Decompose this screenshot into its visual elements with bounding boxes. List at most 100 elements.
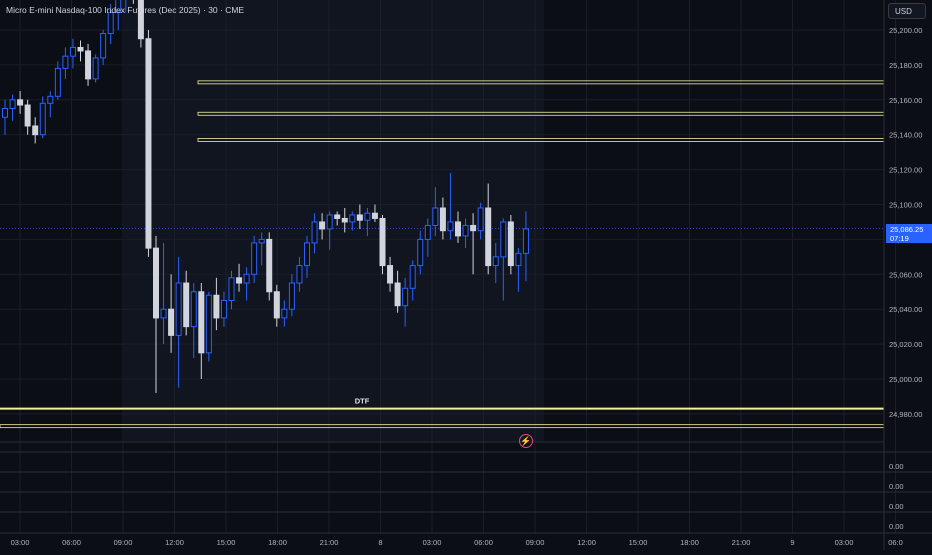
chart-area[interactable]: DTF 25,200.00 25,180.00 25,160.00 25,140.00… — [0, 0, 932, 550]
candle-body — [183, 282, 190, 328]
candle-body — [145, 38, 152, 249]
time-tick-label: 15:00 — [629, 538, 648, 547]
candle-body — [153, 247, 159, 319]
candle-body — [251, 242, 258, 275]
candle-body — [311, 221, 318, 244]
currency-selector[interactable]: USD — [888, 3, 926, 19]
candle-body — [485, 207, 492, 267]
time-tick-label: 06:0 — [888, 538, 903, 547]
price-tick-label: 25,100.00 — [889, 201, 922, 210]
candle-body — [236, 277, 243, 284]
time-tick-label: 06:00 — [474, 538, 493, 547]
candle-body — [266, 238, 273, 293]
time-tick-label: 18:00 — [680, 538, 699, 547]
candle-body — [447, 221, 454, 232]
time-tick-label: 12:00 — [577, 538, 596, 547]
candle-body — [281, 308, 288, 319]
candle-body — [402, 287, 409, 307]
candle-body — [356, 214, 363, 221]
time-tick-label: 21:00 — [320, 538, 339, 547]
candle-body — [62, 55, 69, 69]
candle-body — [24, 104, 31, 127]
candle-body — [190, 291, 197, 328]
candle-body — [160, 308, 167, 319]
candle-body — [198, 291, 205, 354]
candle-body — [334, 214, 341, 219]
candle-body — [326, 214, 333, 230]
price-tick-label: 25,000.00 — [889, 375, 922, 384]
candle-body — [522, 228, 529, 254]
dtf-label: DTF — [355, 397, 370, 406]
time-tick-label: 09:00 — [114, 538, 133, 547]
price-tick-label: 25,200.00 — [889, 26, 922, 35]
price-tick-label: 25,120.00 — [889, 166, 922, 175]
candle-body — [69, 46, 76, 57]
time-tick-label: 03:00 — [835, 538, 854, 547]
candle-body — [2, 108, 8, 118]
candle-body — [258, 238, 265, 244]
time-tick-label: 18:00 — [268, 538, 287, 547]
time-tick-label: 03:00 — [423, 538, 442, 547]
price-tick-label: 25,020.00 — [889, 340, 922, 349]
candle-body — [455, 221, 461, 237]
candle-body — [92, 57, 99, 80]
candle-body — [77, 46, 84, 52]
candle-body — [379, 217, 386, 267]
current-price-badge: 25,086.25 07:19 — [886, 224, 932, 243]
candle-body — [492, 256, 499, 267]
candle-body — [507, 221, 514, 267]
current-price-label: 25,086.25 — [890, 225, 924, 234]
candle-body — [17, 99, 24, 106]
time-tick-label: 15:00 — [217, 538, 236, 547]
candle-body — [500, 221, 507, 258]
candle-body — [319, 221, 326, 230]
time-tick-label: 8 — [378, 538, 382, 547]
candle-body — [477, 207, 484, 232]
candle-body — [39, 102, 46, 136]
candle-body — [304, 242, 310, 267]
price-tick-label: 25,160.00 — [889, 96, 922, 105]
candlestick-chart[interactable]: DTF 25,200.00 25,180.00 25,160.00 25,140.00… — [0, 0, 932, 550]
candle-body — [341, 217, 348, 223]
candle-body — [205, 294, 212, 354]
candle-body — [107, 12, 114, 34]
candle-body — [439, 207, 446, 232]
price-tick-label: 25,060.00 — [889, 270, 922, 279]
candle-body — [288, 282, 295, 310]
candle-body — [349, 214, 356, 223]
candle-body — [100, 32, 107, 59]
candle-body — [394, 282, 401, 307]
candle-body — [85, 50, 92, 80]
lightning-icon[interactable]: ⚡ — [519, 434, 533, 448]
bar-countdown: 07:19 — [890, 234, 909, 243]
candle-body — [515, 252, 522, 267]
time-tick-label: 12:00 — [165, 538, 184, 547]
candle-body — [168, 308, 175, 336]
candle-body — [432, 207, 439, 226]
candle-body — [9, 99, 16, 110]
time-tick-label: 03:00 — [11, 538, 30, 547]
price-tick-label: 25,140.00 — [889, 131, 922, 140]
candle-body — [228, 277, 235, 301]
candle-body — [175, 282, 182, 336]
candle-body — [462, 224, 469, 237]
candle-body — [213, 294, 220, 319]
candle-body — [424, 224, 431, 240]
price-tick-label: 25,180.00 — [889, 61, 922, 70]
candle-body — [32, 125, 39, 136]
indicator-value-label: 0.00 — [889, 462, 904, 471]
symbol-title: Micro E-mini Nasdaq-100 Index Futures (D… — [6, 5, 245, 15]
candle-body — [371, 212, 378, 219]
candle-body — [409, 265, 416, 289]
candle-body — [417, 238, 424, 267]
candle-body — [47, 95, 54, 104]
candle-body — [296, 265, 303, 284]
candle-body — [243, 273, 250, 284]
candle-body — [470, 224, 477, 232]
time-tick-label: 9 — [790, 538, 794, 547]
candle-body — [220, 299, 227, 319]
price-tick-label: 25,040.00 — [889, 305, 922, 314]
indicator-value-label: 0.00 — [889, 482, 904, 491]
indicator-value-label: 0.00 — [889, 522, 904, 531]
time-tick-label: 06:00 — [62, 538, 81, 547]
